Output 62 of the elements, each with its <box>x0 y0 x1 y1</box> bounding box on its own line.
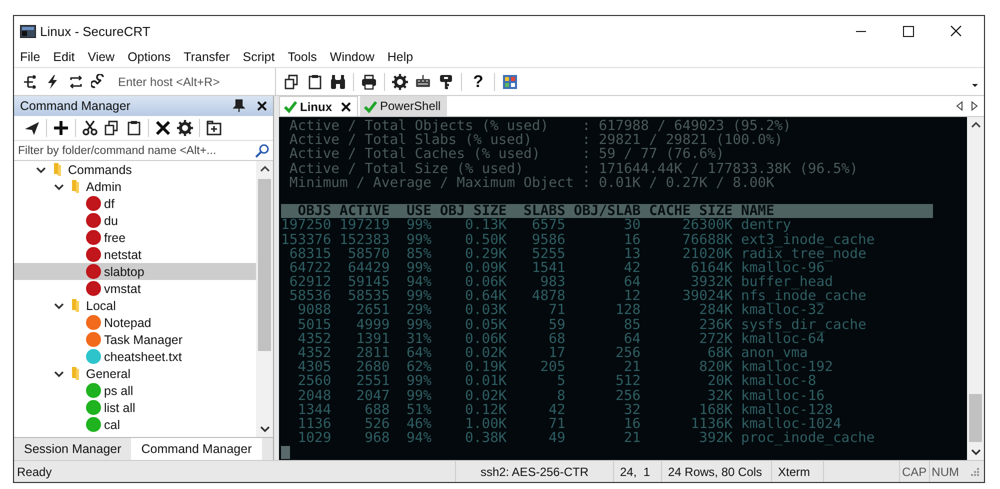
tree-item[interactable]: Local <box>14 297 256 314</box>
status-field: Xterm <box>770 461 823 482</box>
status-field: 24 Rows, 80 Cols <box>660 461 771 482</box>
tree-item[interactable]: du <box>14 212 256 229</box>
menu-item[interactable]: File <box>20 50 40 64</box>
tree-item[interactable]: Commands <box>14 161 256 178</box>
terminal-line: 68315 58570 85% 0.29K 5255 13 21020K radix_tree_node <box>288 246 866 261</box>
terminal-line: Active / Total Caches (% used) : 59 / 77 (76.6%) <box>288 147 726 162</box>
terminal-line: 5015 4999 99% 0.05K 59 85 236K sysfs_dir_cache <box>296 318 868 332</box>
panel-tab[interactable]: Session Manager <box>14 438 132 460</box>
window-title: Linux - SecureCRT <box>40 24 152 38</box>
tree-item[interactable]: free <box>14 229 256 246</box>
terminal-line: 197250 197219 99% 0.13K 6575 30 26300K dentry <box>281 218 792 232</box>
tree-item[interactable]: ps all <box>14 382 256 399</box>
terminal-line: 4352 2811 64% 0.02K 17 256 68K anon_vma <box>296 346 808 360</box>
menu-item[interactable]: Tools <box>288 50 317 64</box>
menu-item[interactable]: Script <box>242 50 275 64</box>
menu-item[interactable]: Edit <box>53 50 75 64</box>
terminal-line: Active / Total Size (% used) : 171644.44K / 177833.38K (96.5%) <box>288 162 860 176</box>
terminal-line: 2048 2047 99% 0.02K 8 256 32K kmalloc-16 <box>296 388 825 403</box>
terminal-line: Minimum / Average / Maximum Object : 0.01K / 0.27K / 8.00K <box>288 176 776 190</box>
session-tab[interactable]: PowerShell <box>360 96 447 116</box>
menu-item[interactable]: Transfer <box>184 50 230 64</box>
status-message: Ready <box>16 464 53 478</box>
tree-item[interactable]: Notepad <box>14 314 256 331</box>
menu-item[interactable]: View <box>88 50 115 64</box>
terminal-line: 9088 2651 29% 0.03K 71 128 284K kmalloc-32 <box>296 303 825 318</box>
terminal-line: 4352 1391 31% 0.06K 68 64 272K kmalloc-64 <box>296 332 825 346</box>
terminal-line: 1136 526 46% 1.00K 71 16 1136K kmalloc-1024 <box>296 416 842 432</box>
tree-item[interactable]: vmstat <box>14 280 256 297</box>
tree-item[interactable]: cal <box>14 416 256 433</box>
tree-item[interactable]: Task Manager <box>14 331 256 348</box>
terminal-line: 1344 688 51% 0.12K 42 32 168K kmalloc-128 <box>296 402 833 417</box>
tree-item[interactable]: netstat <box>14 246 256 263</box>
terminal-line: Active / Total Objects (% used) : 617988 / 649023 (95.2%) <box>288 119 792 134</box>
filter-field[interactable]: Filter by folder/command name <Alt+... <box>14 141 273 161</box>
terminal-line: 1029 968 94% 0.38K 49 21 392K proc_inode_cache <box>296 431 876 446</box>
tree-item[interactable]: General <box>14 365 256 382</box>
tree-item[interactable]: cheatsheet.txt <box>14 348 256 365</box>
terminal-line: 2560 2551 99% 0.01K 5 512 20K kmalloc-8 <box>296 374 816 389</box>
tree-item[interactable]: df <box>14 195 256 212</box>
terminal-line: 64722 64429 99% 0.09K 1541 42 6164K kmalloc-96 <box>288 260 825 276</box>
terminal-line: 58536 58535 99% 0.64K 4878 12 39024K nfs_inode_cache <box>288 289 868 304</box>
panel-title: Command Manager <box>20 99 132 113</box>
status-field: NUM <box>928 461 961 482</box>
menu-item[interactable]: Window <box>330 50 374 64</box>
terminal-line: 4305 2680 62% 0.19K 205 21 820K kmalloc-192 <box>296 360 834 374</box>
session-tab[interactable]: Linux <box>279 96 358 116</box>
menu-item[interactable]: Help <box>387 50 414 64</box>
tree-item[interactable]: slabtop <box>14 263 256 280</box>
tree-item[interactable]: list all <box>14 399 256 416</box>
tree-item[interactable]: Admin <box>14 178 256 195</box>
panel-tab[interactable]: Command Manager <box>131 438 262 460</box>
terminal-line: Active / Total Slabs (% used) : 29821 / 29821 (100.0%) <box>288 133 784 148</box>
terminal-line: 153376 152383 99% 0.50K 9586 16 76688K ext3_inode_cache <box>281 232 876 247</box>
help-button[interactable]: ? <box>469 72 488 92</box>
terminal-line: 62912 59145 94% 0.06K 983 64 3932K buffer_head <box>288 275 833 290</box>
status-field: ssh2: AES-256-CTR <box>454 461 613 482</box>
host-field[interactable]: Enter host <Alt+R> <box>114 74 258 88</box>
status-field: 24, 1 <box>612 461 661 482</box>
menu-item[interactable]: Options <box>128 50 171 64</box>
status-field: CAP <box>898 461 929 482</box>
